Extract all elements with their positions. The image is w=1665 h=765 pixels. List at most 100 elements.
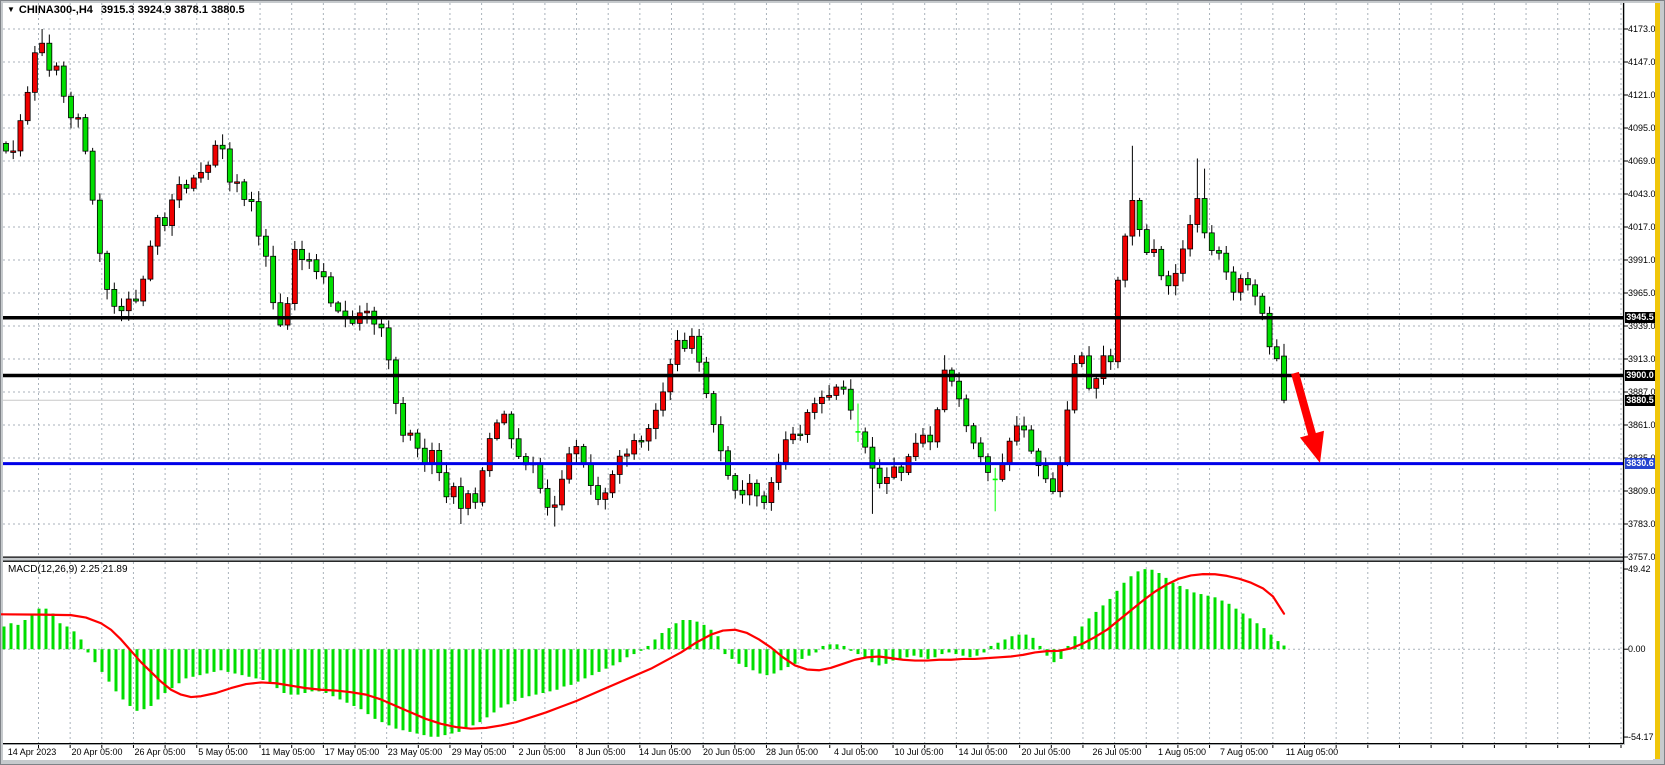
bear-candle xyxy=(83,118,88,152)
price-level-chip[interactable]: 3900.0 xyxy=(1625,370,1655,381)
bear-candle xyxy=(256,202,261,237)
bull-candle xyxy=(235,182,240,184)
bear-candle xyxy=(97,200,102,253)
bear-candle xyxy=(754,483,759,496)
bear-candle xyxy=(509,414,514,439)
bear-candle xyxy=(1050,479,1055,492)
bear-candle xyxy=(841,387,846,389)
bear-candle xyxy=(263,236,268,256)
bear-candle xyxy=(1144,230,1149,253)
bear-candle xyxy=(393,360,398,403)
time-axis-label: 10 Jul 05:00 xyxy=(894,747,943,757)
bear-candle xyxy=(964,399,969,426)
bear-candle xyxy=(328,277,333,303)
bear-candle xyxy=(473,494,478,503)
time-axis-label: 11 Aug 05:00 xyxy=(1286,747,1338,757)
bull-candle xyxy=(1123,236,1128,280)
bear-candle xyxy=(278,303,283,325)
bull-candle xyxy=(689,336,694,348)
bull-candle xyxy=(54,66,59,70)
bear-candle xyxy=(588,464,593,486)
price-tick-label: 4173.0 xyxy=(1628,24,1656,34)
bull-candle xyxy=(487,439,492,471)
bull-candle xyxy=(1238,279,1243,293)
bear-candle xyxy=(1224,253,1229,272)
bull-candle xyxy=(141,279,146,301)
pane-separator-grip[interactable] xyxy=(3,558,1623,561)
bull-candle xyxy=(408,433,413,435)
bear-candle xyxy=(733,475,738,490)
time-axis[interactable]: 14 Apr 202320 Apr 05:0026 Apr 05:005 May… xyxy=(1,745,1655,760)
price-axis[interactable]: 4173.04147.04121.04095.04069.04043.04017… xyxy=(1625,1,1655,765)
bull-candle xyxy=(661,392,666,410)
price-tick-label: 3861.0 xyxy=(1628,420,1656,430)
bull-candle xyxy=(126,299,131,311)
bull-candle xyxy=(935,410,940,442)
time-axis-label: 20 Jul 05:00 xyxy=(1021,747,1070,757)
time-axis-label: 14 Jul 05:00 xyxy=(958,747,1007,757)
bear-candle xyxy=(596,486,601,500)
bull-candle xyxy=(76,118,81,120)
pane-separator[interactable] xyxy=(3,557,1623,558)
bull-candle xyxy=(1115,280,1120,362)
price-level-chip[interactable]: 3830.6 xyxy=(1625,458,1655,469)
bear-candle xyxy=(401,403,406,435)
bull-candle xyxy=(884,477,889,483)
bear-candle xyxy=(704,362,709,393)
time-axis-label: 2 Jun 05:00 xyxy=(518,747,565,757)
bear-candle xyxy=(314,260,319,272)
price-pane-background xyxy=(3,3,1623,557)
symbol-dropdown-icon[interactable]: ▼ xyxy=(7,5,15,14)
time-axis-label: 28 Jun 05:00 xyxy=(766,747,818,757)
bull-candle xyxy=(646,429,651,441)
bear-candle xyxy=(321,272,326,277)
bull-candle xyxy=(892,467,897,477)
macd-axis-label: -54.17 xyxy=(1628,732,1654,742)
bull-candle xyxy=(198,172,203,178)
bear-candle xyxy=(61,66,66,96)
bear-candle xyxy=(516,439,521,457)
bear-candle xyxy=(1217,251,1222,254)
bear-candle xyxy=(1245,279,1250,285)
bear-candle xyxy=(545,488,550,507)
time-axis-label: 14 Apr 2023 xyxy=(8,747,57,757)
window-edge-accent xyxy=(1655,3,1660,759)
bull-candle xyxy=(25,92,30,120)
bear-candle xyxy=(697,336,702,362)
bear-candle xyxy=(249,199,254,201)
bear-candle xyxy=(119,306,124,310)
price-level-chip[interactable]: 3945.5 xyxy=(1625,312,1655,323)
price-tick-label: 4043.0 xyxy=(1628,189,1656,199)
bear-candle xyxy=(458,487,463,509)
time-axis-label: 23 May 05:00 xyxy=(388,747,443,757)
bull-candle xyxy=(285,304,290,325)
bull-candle xyxy=(747,483,752,495)
bear-candle xyxy=(242,182,247,200)
bull-candle xyxy=(632,440,637,454)
bull-candle xyxy=(1130,200,1135,236)
bull-candle xyxy=(1094,379,1099,389)
bear-candle xyxy=(437,450,442,472)
bear-candle xyxy=(639,440,644,442)
price-tick-label: 4121.0 xyxy=(1628,90,1656,100)
bull-candle xyxy=(1180,249,1185,273)
pane-separator[interactable] xyxy=(3,561,1623,562)
bear-candle xyxy=(68,96,73,118)
bear-candle xyxy=(682,340,687,348)
bear-candle xyxy=(336,303,341,311)
bull-candle xyxy=(819,397,824,403)
bear-candle xyxy=(162,218,167,226)
bull-candle xyxy=(148,246,153,279)
bull-candle xyxy=(653,410,658,428)
time-axis-label: 11 May 05:00 xyxy=(261,747,315,757)
time-axis-label: 5 May 05:00 xyxy=(198,747,248,757)
bull-candle xyxy=(769,482,774,502)
bear-candle xyxy=(928,435,933,442)
bear-candle xyxy=(444,473,449,497)
bull-candle xyxy=(668,364,673,391)
current-price-chip: 3880.5 xyxy=(1625,395,1655,406)
bull-candle xyxy=(206,165,211,172)
bull-candle xyxy=(675,340,680,364)
chart-canvas[interactable] xyxy=(1,1,1665,765)
bear-candle xyxy=(1029,430,1034,451)
